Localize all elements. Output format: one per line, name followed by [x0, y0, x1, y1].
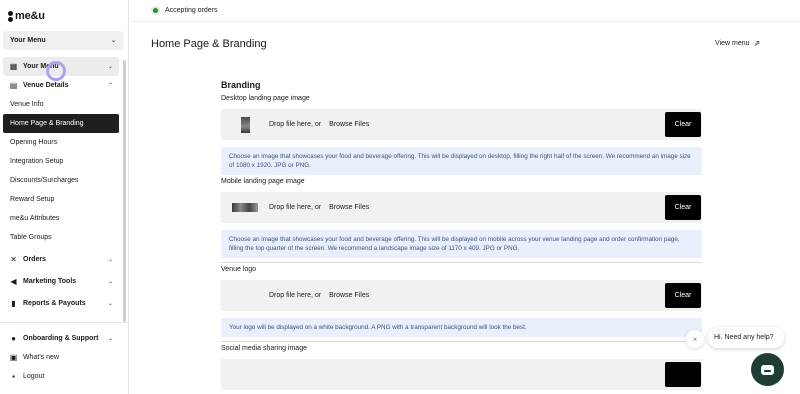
sidebar-item-label: Reports & Payouts — [23, 300, 86, 307]
sidebar-item-label: Discounts/Surcharges — [10, 177, 79, 184]
utensils-icon: ✕ — [10, 255, 17, 264]
chat-prompt-bubble[interactable]: Hi. Need any help? — [708, 327, 784, 348]
sidebar-item-discounts-surcharges[interactable]: Discounts/Surcharges — [3, 171, 119, 190]
sidebar-item-label: Onboarding & Support — [23, 335, 99, 342]
sidebar-item-orders[interactable]: ✕ Orders ⌄ — [3, 250, 119, 269]
top-bar: Accepting orders — [130, 0, 800, 22]
sidebar-item-opening-hours[interactable]: Opening Hours — [3, 133, 119, 152]
sidebar-item-label: Orders — [23, 256, 46, 263]
field-label-desktop: Desktop landing page image — [221, 95, 310, 102]
view-menu-label: View menu — [715, 40, 750, 47]
field-label-venue-logo: Venue logo — [221, 266, 257, 273]
store-icon: ▤ — [9, 81, 18, 90]
sidebar-item-home-page-branding[interactable]: Home Page & Branding — [3, 114, 119, 133]
sidebar-item-label: Integration Setup — [10, 158, 64, 165]
chat-launcher-button[interactable] — [751, 353, 784, 386]
sidebar-item-label: What's new — [23, 354, 59, 361]
sidebar-item-label: Reward Setup — [10, 196, 55, 203]
section-divider — [221, 341, 702, 342]
chart-icon: ▮ — [11, 299, 16, 308]
clear-button[interactable]: Clear — [665, 112, 701, 137]
section-title: Branding — [221, 80, 261, 90]
menu-selector-label: Your Menu — [10, 37, 46, 44]
brand-logo[interactable]: me&u — [8, 10, 45, 22]
view-menu-link[interactable]: View menu ⇗ — [715, 39, 760, 48]
chevron-down-icon: ⌄ — [110, 38, 116, 44]
branding-section: Branding Desktop landing page image Drop… — [221, 80, 702, 390]
image-thumbnail — [231, 288, 259, 304]
sidebar-item-integration-setup[interactable]: Integration Setup — [3, 152, 119, 171]
sidebar-item-venue-info[interactable]: Venue Info — [3, 95, 119, 114]
page-title: Home Page & Branding — [151, 38, 267, 50]
drop-text: Drop file here, or — [269, 121, 322, 128]
sidebar-nav: ▦ Your Menu ⌄ ▤ Venue Details ⌃ Venue In… — [3, 57, 119, 313]
sidebar-item-label: Home Page & Branding — [10, 120, 84, 127]
drop-text: Drop file here, or — [269, 204, 322, 211]
section-divider — [221, 262, 702, 263]
sidebar-item-table-groups[interactable]: Table Groups — [3, 228, 119, 247]
dropzone-venue-logo[interactable]: Drop file here, or Browse Files Clear — [221, 280, 702, 311]
grid-icon: ▦ — [9, 62, 18, 71]
sidebar-item-whats-new[interactable]: ▣ What's new — [3, 348, 119, 367]
dropzone-desktop-image[interactable]: Drop file here, or Browse Files Clear — [221, 109, 702, 140]
sidebar-item-reports-payouts[interactable]: ▮ Reports & Payouts ⌄ — [3, 294, 119, 313]
field-label-social: Social media sharing image — [221, 345, 307, 352]
logo-text: me&u — [15, 10, 45, 22]
chevron-down-icon: ⌄ — [107, 301, 113, 307]
sidebar: me&u Your Menu ⌄ ▦ Your Menu ⌄ ▤ Venue D… — [0, 0, 129, 394]
megaphone-icon: ◀ — [10, 277, 17, 286]
sidebar-item-label: Opening Hours — [10, 139, 58, 146]
dropzone-mobile-image[interactable]: Drop file here, or Browse Files Clear — [221, 192, 702, 223]
chat-prompt-text: Hi. Need any help? — [714, 334, 774, 341]
browse-files-link[interactable]: Browse Files — [329, 292, 369, 299]
chat-close-button[interactable]: × — [686, 330, 704, 348]
chevron-down-icon: ⌄ — [107, 257, 113, 263]
logout-icon: ▪ — [12, 372, 15, 381]
drop-text: Drop file here, or — [269, 292, 322, 299]
sidebar-item-label: Marketing Tools — [23, 278, 77, 285]
sidebar-divider — [0, 322, 128, 323]
image-thumbnail — [231, 200, 259, 216]
sidebar-item-logout[interactable]: ▪ Logout — [3, 367, 119, 386]
clear-button[interactable]: Clear — [665, 195, 701, 220]
browse-files-link[interactable]: Browse Files — [329, 121, 369, 128]
image-thumbnail — [231, 116, 259, 133]
chat-icon — [761, 364, 774, 375]
status-dot-icon — [151, 6, 160, 15]
sidebar-item-label: Table Groups — [10, 234, 52, 241]
sidebar-bottom-nav: ● Onboarding & Support ⌄ ▣ What's new ▪ … — [3, 329, 119, 386]
help-icon: ● — [11, 334, 16, 343]
sidebar-item-meu-attributes[interactable]: me&u Attributes — [3, 209, 119, 228]
logo-dots-icon — [8, 10, 13, 22]
gift-icon: ▣ — [9, 353, 18, 362]
browse-files-link[interactable]: Browse Files — [329, 204, 369, 211]
sidebar-item-label: Venue Info — [10, 101, 44, 108]
field-label-mobile: Mobile landing page image — [221, 178, 305, 185]
cursor-indicator — [46, 61, 66, 81]
sidebar-item-reward-setup[interactable]: Reward Setup — [3, 190, 119, 209]
chevron-down-icon: ⌄ — [107, 279, 113, 285]
chevron-down-icon: ⌄ — [107, 336, 113, 342]
sidebar-item-label: Venue Details — [23, 82, 69, 89]
sidebar-item-label: me&u Attributes — [10, 215, 60, 222]
dropzone-social-image[interactable] — [221, 359, 702, 390]
external-link-icon: ⇗ — [753, 39, 761, 48]
chevron-up-icon: ⌃ — [107, 83, 113, 89]
info-note-desktop: Choose an image that showcases your food… — [221, 147, 702, 175]
info-note-mobile: Choose an image that showcases your food… — [221, 230, 702, 258]
chevron-down-icon: ⌄ — [107, 64, 113, 70]
sidebar-scrollbar[interactable] — [123, 60, 126, 322]
sidebar-item-marketing-tools[interactable]: ◀ Marketing Tools ⌄ — [3, 272, 119, 291]
sidebar-item-onboarding-support[interactable]: ● Onboarding & Support ⌄ — [3, 329, 119, 348]
clear-button[interactable]: Clear — [665, 283, 701, 308]
status-text: Accepting orders — [165, 7, 218, 14]
clear-button[interactable] — [665, 362, 701, 387]
info-note-logo: Your logo will be displayed on a white b… — [221, 318, 702, 337]
sidebar-item-label: Logout — [23, 373, 45, 380]
menu-selector[interactable]: Your Menu ⌄ — [3, 31, 123, 50]
